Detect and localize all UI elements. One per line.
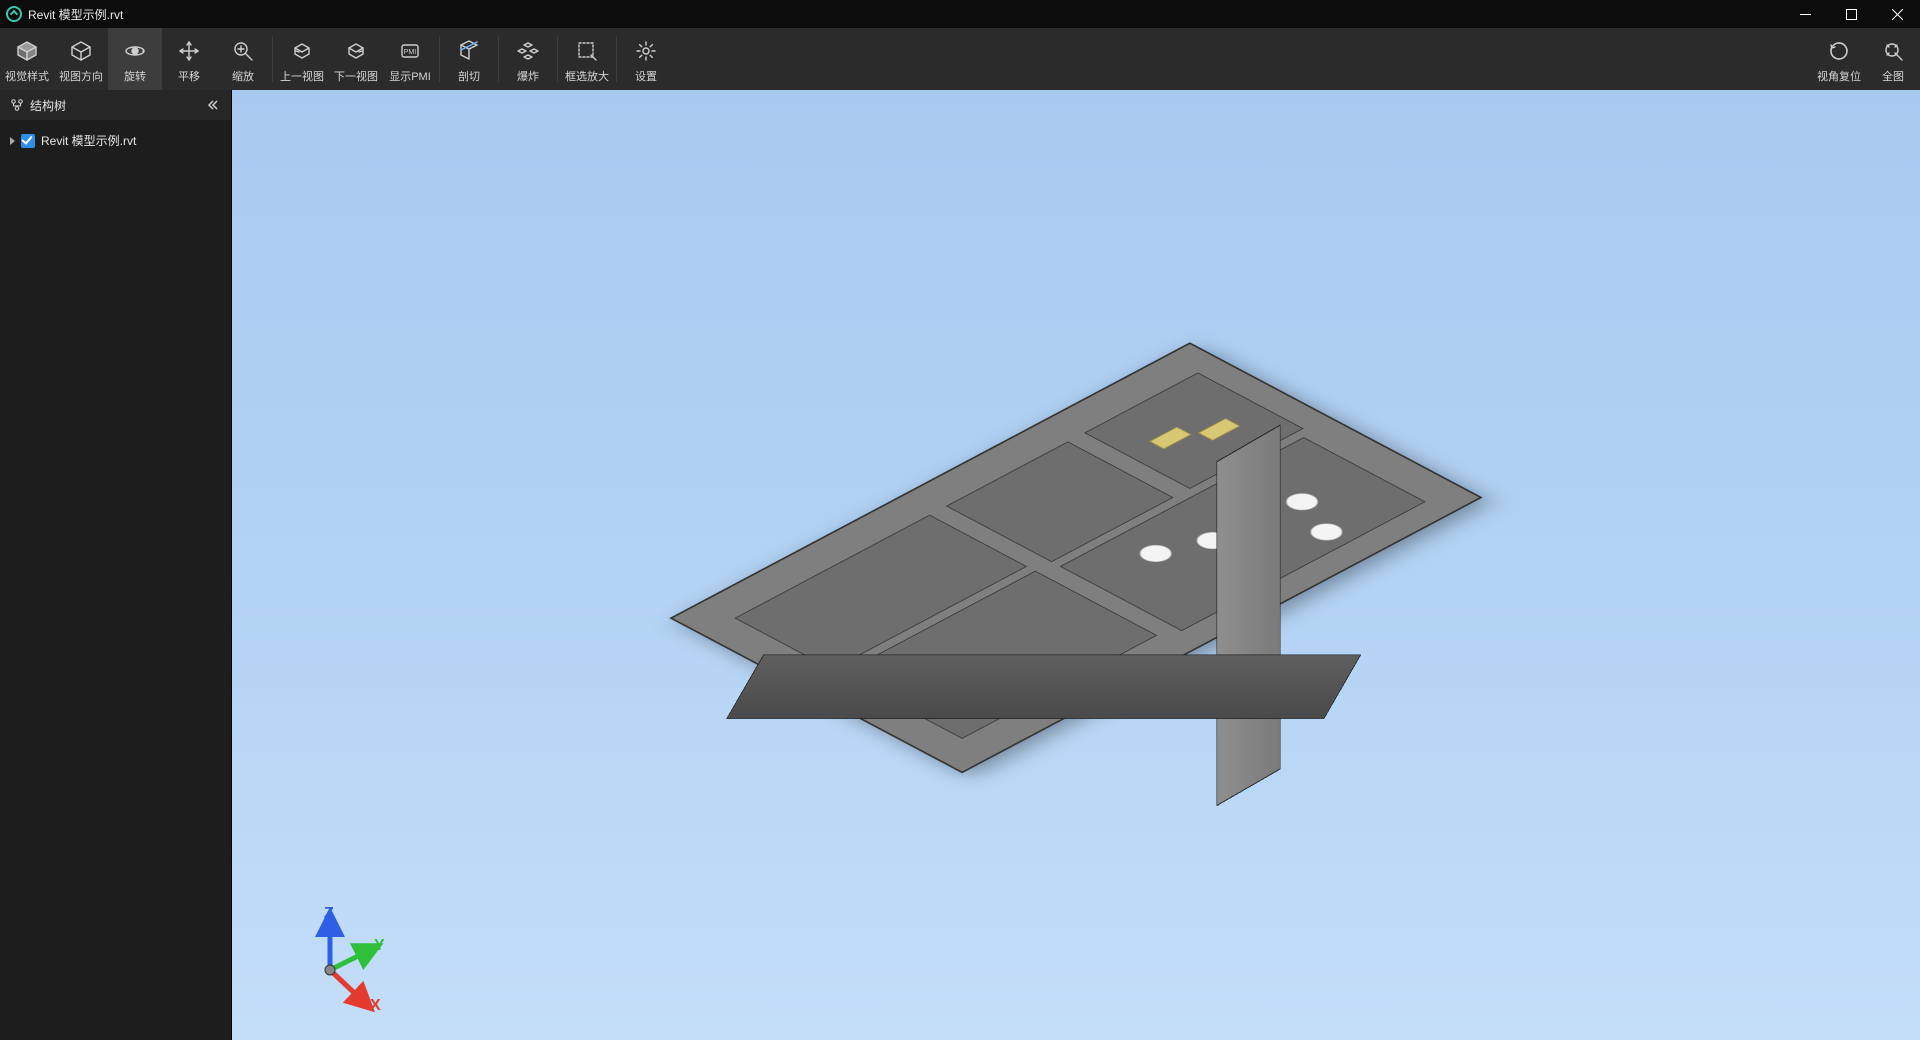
settings-button[interactable]: 设置: [619, 28, 673, 90]
tool-label: 平移: [178, 68, 200, 84]
cube-wire-icon: [68, 38, 94, 64]
visual-style-button[interactable]: 视觉样式: [0, 28, 54, 90]
tool-label: 上一视图: [280, 68, 324, 84]
tree-icon: [10, 98, 24, 112]
tool-label: 爆炸: [517, 68, 539, 84]
visibility-checkbox[interactable]: [21, 134, 35, 148]
reset-view-icon: [1826, 38, 1852, 64]
orbit-icon: [122, 38, 148, 64]
prev-view-button[interactable]: 上一视图: [275, 28, 329, 90]
tool-label: 剖切: [458, 68, 480, 84]
panel-header: 结构树: [0, 90, 231, 120]
minimize-button[interactable]: [1782, 0, 1828, 28]
pan-button[interactable]: 平移: [162, 28, 216, 90]
next-view-button[interactable]: 下一视图: [329, 28, 383, 90]
panel-title: 结构树: [30, 97, 66, 114]
axis-triad: Z Y X: [302, 910, 402, 1010]
cube-left-icon: [289, 38, 315, 64]
arrows-move-icon: [176, 38, 202, 64]
box-zoom-button[interactable]: 框选放大: [560, 28, 614, 90]
tool-label: 设置: [635, 68, 657, 84]
axis-y-label: Y: [374, 937, 385, 954]
tree-root-item[interactable]: Revit 模型示例.rvt: [10, 128, 221, 153]
titlebar: Revit 模型示例.rvt: [0, 0, 1920, 28]
axis-z-label: Z: [324, 905, 334, 922]
cube-right-icon: [343, 38, 369, 64]
tool-label: 框选放大: [565, 68, 609, 84]
toolbar-separator: [272, 36, 273, 82]
window-title: Revit 模型示例.rvt: [28, 6, 123, 23]
cube-shaded-icon: [14, 38, 40, 64]
explode-button[interactable]: 爆炸: [501, 28, 555, 90]
tool-label: 全图: [1882, 68, 1904, 84]
structure-tree: Revit 模型示例.rvt: [0, 120, 231, 161]
expand-caret-icon[interactable]: [10, 137, 15, 145]
building-model[interactable]: [708, 351, 1444, 765]
tool-label: 视觉样式: [5, 68, 49, 84]
tree-item-label: Revit 模型示例.rvt: [41, 132, 136, 149]
show-pmi-button[interactable]: PMI 显示PMI: [383, 28, 437, 90]
reset-view-button[interactable]: 视角复位: [1812, 28, 1866, 90]
structure-tree-panel: 结构树 Revit 模型示例.rvt: [0, 90, 232, 1040]
fit-all-button[interactable]: 全图: [1866, 28, 1920, 90]
toolbar-separator: [557, 36, 558, 82]
axis-x-label: X: [370, 997, 381, 1014]
svg-text:PMI: PMI: [404, 49, 417, 56]
tool-label: 视角复位: [1817, 68, 1861, 84]
tool-label: 视图方向: [59, 68, 103, 84]
section-button[interactable]: 剖切: [442, 28, 496, 90]
view-dir-button[interactable]: 视图方向: [54, 28, 108, 90]
collapse-panel-button[interactable]: [203, 96, 221, 114]
toolbar: 视觉样式视图方向 旋转 平移 缩放 上一视图下一视图 PMI 显示PMI 剖切 爆炸 框选放大 设置…: [0, 28, 1920, 90]
toolbar-separator: [498, 36, 499, 82]
toolbar-right-group: 视角复位 全图: [1812, 28, 1920, 90]
maximize-button[interactable]: [1828, 0, 1874, 28]
toolbar-separator: [439, 36, 440, 82]
gear-icon: [633, 38, 659, 64]
toolbar-left-group: 视觉样式视图方向 旋转 平移 缩放 上一视图下一视图 PMI 显示PMI 剖切 爆炸 框选放大 设置: [0, 28, 673, 90]
zoom-button[interactable]: 缩放: [216, 28, 270, 90]
pmi-icon: PMI: [397, 38, 423, 64]
box-zoom-icon: [574, 38, 600, 64]
fit-all-icon: [1880, 38, 1906, 64]
toolbar-separator: [616, 36, 617, 82]
close-button[interactable]: [1874, 0, 1920, 28]
tool-label: 缩放: [232, 68, 254, 84]
zoom-plus-icon: [230, 38, 256, 64]
tool-label: 显示PMI: [389, 68, 431, 84]
3d-viewport[interactable]: Z Y X: [232, 90, 1920, 1040]
rotate-button[interactable]: 旋转: [108, 28, 162, 90]
tool-label: 旋转: [124, 68, 146, 84]
tool-label: 下一视图: [334, 68, 378, 84]
explode-icon: [515, 38, 541, 64]
app-icon: [6, 6, 22, 22]
section-icon: [456, 38, 482, 64]
